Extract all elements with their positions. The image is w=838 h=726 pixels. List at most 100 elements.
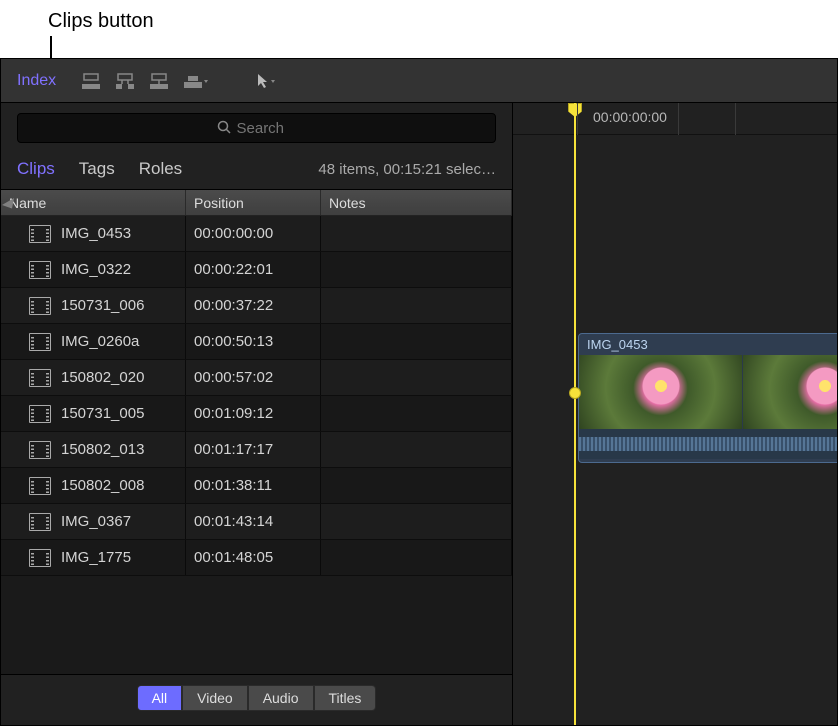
tab-tags[interactable]: Tags	[79, 159, 115, 179]
clip-icon	[29, 513, 51, 531]
audio-waveform	[579, 429, 837, 459]
clip-icon	[29, 477, 51, 495]
clip-icon	[29, 441, 51, 459]
clip-name-text: 150731_006	[61, 297, 144, 314]
table-body: IMG_045300:00:00:00IMG_032200:00:22:0115…	[1, 216, 512, 674]
clip-name-text: IMG_0367	[61, 513, 131, 530]
table-row[interactable]: 150802_013 00:01:17:17	[1, 432, 512, 468]
cell-name: IMG_0322	[1, 252, 186, 287]
cell-position: 00:00:57:02	[186, 360, 321, 395]
column-header-name[interactable]: Name	[1, 190, 186, 215]
cell-name: IMG_0260a	[1, 324, 186, 359]
app-window: Index	[0, 58, 838, 726]
tab-clips[interactable]: Clips	[17, 159, 55, 179]
clip-icon	[29, 261, 51, 279]
timeline-clip[interactable]: IMG_0453	[578, 333, 837, 463]
tab-roles[interactable]: Roles	[139, 159, 182, 179]
clip-name-text: 150802_013	[61, 441, 144, 458]
cell-position: 00:01:48:05	[186, 540, 321, 575]
filter-titles[interactable]: Titles	[314, 685, 377, 711]
cell-notes	[321, 288, 512, 323]
clip-name-text: IMG_1775	[61, 549, 131, 566]
clip-thumbnails	[579, 355, 837, 429]
connect-tool-icon[interactable]	[80, 72, 102, 90]
ruler-tick	[735, 103, 736, 135]
cell-position: 00:01:17:17	[186, 432, 321, 467]
range-marker-icon[interactable]	[569, 387, 581, 399]
cell-name: 150731_006	[1, 288, 186, 323]
table-row[interactable]: IMG_0260a 00:00:50:13	[1, 324, 512, 360]
index-tabs: Clips Tags Roles 48 items, 00:15:21 sele…	[1, 153, 512, 190]
annotation-label: Clips button	[48, 10, 154, 33]
table-row[interactable]: 150731_005 00:01:09:12	[1, 396, 512, 432]
column-header-position[interactable]: Position	[186, 190, 321, 215]
table-row[interactable]: 150731_006 00:00:37:22	[1, 288, 512, 324]
cell-name: 150802_013	[1, 432, 186, 467]
search-icon	[217, 120, 231, 137]
overwrite-tool-icon[interactable]	[182, 72, 210, 90]
column-header-notes[interactable]: Notes	[321, 190, 512, 215]
clip-name-text: 150802_020	[61, 369, 144, 386]
search-input[interactable]	[237, 120, 297, 137]
table-row[interactable]: IMG_032200:00:22:01	[1, 252, 512, 288]
cell-notes	[321, 504, 512, 539]
search-field[interactable]	[17, 113, 496, 143]
filter-video[interactable]: Video	[182, 685, 248, 711]
cell-position: 00:01:38:11	[186, 468, 321, 503]
table-row[interactable]: IMG_0453 00:00:00:00	[1, 216, 512, 252]
filter-all[interactable]: All	[137, 685, 183, 711]
cell-position: 00:00:00:00	[186, 216, 321, 251]
search-wrap	[1, 103, 512, 153]
clip-icon	[29, 369, 51, 387]
cell-notes	[321, 216, 512, 251]
clip-icon	[29, 225, 51, 243]
append-tool-icon[interactable]	[148, 72, 170, 90]
cell-name: IMG_0453	[1, 216, 186, 251]
select-tool-icon[interactable]	[254, 72, 278, 90]
cell-notes	[321, 432, 512, 467]
content-area: Clips Tags Roles 48 items, 00:15:21 sele…	[1, 103, 837, 725]
cell-notes	[321, 396, 512, 431]
cell-notes	[321, 360, 512, 395]
cell-position: 00:01:43:14	[186, 504, 321, 539]
cell-position: 00:00:37:22	[186, 288, 321, 323]
playhead-line[interactable]	[574, 103, 576, 725]
cell-notes	[321, 468, 512, 503]
timeline-ruler[interactable]: 00:00:00:00	[513, 103, 837, 135]
cell-position: 00:00:22:01	[186, 252, 321, 287]
table-row[interactable]: IMG_1775 00:01:48:05	[1, 540, 512, 576]
cell-name: 150731_005	[1, 396, 186, 431]
cell-notes	[321, 324, 512, 359]
clip-icon	[29, 333, 51, 351]
cell-name: IMG_0367	[1, 504, 186, 539]
clip-title: IMG_0453	[579, 334, 837, 355]
toolbar-icons	[80, 72, 278, 90]
timecode-label: 00:00:00:00	[593, 109, 667, 125]
clip-thumbnail	[579, 355, 743, 429]
clip-name-text: IMG_0453	[61, 225, 131, 242]
filter-audio[interactable]: Audio	[248, 685, 314, 711]
clip-thumbnail	[743, 355, 837, 429]
clip-name-text: IMG_0260a	[61, 333, 139, 350]
table-row[interactable]: 150802_008 00:01:38:11	[1, 468, 512, 504]
index-button[interactable]: Index	[17, 72, 56, 90]
clip-icon	[29, 549, 51, 567]
cell-position: 00:00:50:13	[186, 324, 321, 359]
cell-name: 150802_008	[1, 468, 186, 503]
cell-notes	[321, 540, 512, 575]
clip-name-text: 150802_008	[61, 477, 144, 494]
insert-tool-icon[interactable]	[114, 72, 136, 90]
filter-buttons: All Video Audio Titles	[1, 674, 512, 725]
index-sidebar: Clips Tags Roles 48 items, 00:15:21 sele…	[1, 103, 513, 725]
cell-position: 00:01:09:12	[186, 396, 321, 431]
ruler-tick	[577, 103, 578, 135]
toolbar: Index	[1, 59, 837, 103]
clips-table: Name Position Notes IMG_045300:00:00:00I…	[1, 190, 512, 674]
cell-name: 150802_020	[1, 360, 186, 395]
table-row[interactable]: IMG_0367 00:01:43:14	[1, 504, 512, 540]
clip-icon	[29, 405, 51, 423]
timeline[interactable]: 00:00:00:00 IMG_0453	[513, 103, 837, 725]
clip-name-text: 150731_005	[61, 405, 144, 422]
table-row[interactable]: 150802_020 00:00:57:02	[1, 360, 512, 396]
clip-icon	[29, 297, 51, 315]
